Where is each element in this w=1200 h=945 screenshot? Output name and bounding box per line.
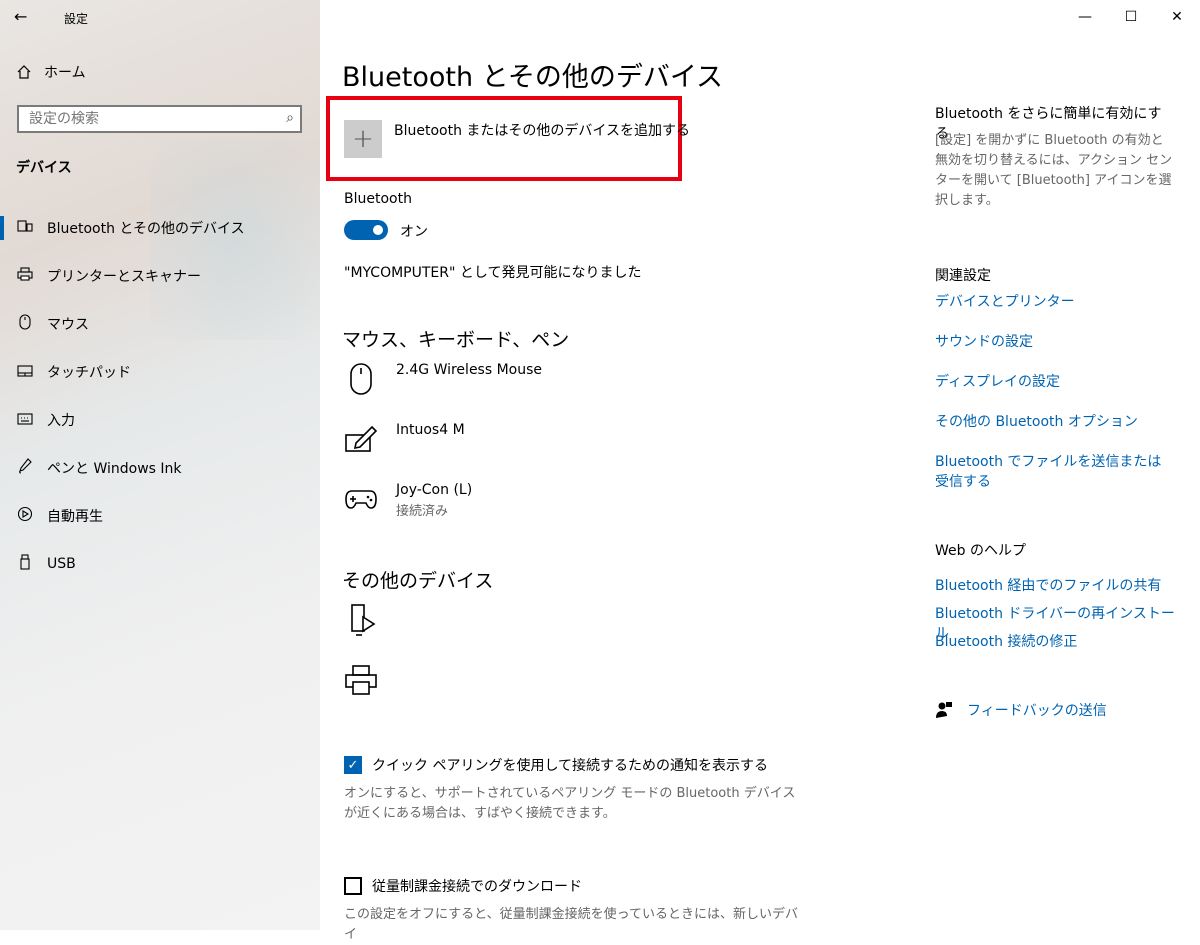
- sidebar-item-label: USB: [47, 556, 76, 572]
- sidebar-item-label: 入力: [47, 413, 75, 429]
- device-name: 2.4G Wireless Mouse: [396, 362, 543, 378]
- group-title-other: その他のデバイス: [342, 570, 494, 592]
- bluetooth-toggle[interactable]: [344, 220, 388, 240]
- autoplay-icon: [16, 506, 34, 526]
- sidebar-item-label: タッチパッド: [47, 365, 131, 381]
- device-item[interactable]: Joy-Con (L) 接続済み: [344, 482, 472, 519]
- maximize-button[interactable]: ☐: [1108, 0, 1154, 34]
- bluetooth-label: Bluetooth: [344, 191, 412, 207]
- feedback-label: フィードバックの送信: [967, 703, 1107, 719]
- sidebar-item-usb[interactable]: USB: [0, 540, 320, 588]
- add-device-label: Bluetooth またはその他のデバイスを追加する: [394, 123, 690, 139]
- sidebar-item-mouse[interactable]: マウス: [0, 300, 320, 348]
- related-title: 関連設定: [935, 268, 991, 284]
- mouse-icon: [344, 362, 378, 396]
- minimize-button[interactable]: —: [1062, 0, 1108, 34]
- search-input[interactable]: [27, 107, 271, 131]
- sidebar-item-printers[interactable]: プリンターとスキャナー: [0, 252, 320, 300]
- help-title: Web のヘルプ: [935, 543, 1026, 559]
- sidebar-item-label: マウス: [47, 317, 89, 333]
- device-item[interactable]: [344, 603, 378, 637]
- swift-pair-description: オンにすると、サポートされているペアリング モードの Bluetooth デバイ…: [344, 786, 796, 821]
- device-item[interactable]: 2.4G Wireless Mouse: [344, 362, 542, 396]
- section-label: デバイス: [16, 160, 72, 176]
- usb-icon: [16, 554, 34, 574]
- bluetooth-devices-icon: [16, 219, 34, 237]
- home-label: ホーム: [44, 65, 86, 81]
- link-display-settings[interactable]: ディスプレイの設定: [935, 372, 1175, 392]
- discoverable-text: "MYCOMPUTER" として発見可能になりました: [344, 265, 642, 281]
- search-box[interactable]: ⌕: [17, 105, 302, 133]
- metered-checkbox[interactable]: [344, 877, 362, 895]
- window-controls: — ☐ ✕: [1062, 0, 1200, 34]
- device-item[interactable]: [344, 663, 378, 697]
- printer-icon: [16, 267, 34, 285]
- metered-checkbox-row[interactable]: 従量制課金接続でのダウンロード: [344, 876, 582, 896]
- metered-description: この設定をオフにすると、従量制課金接続を使っているときには、新しいデバイ: [344, 907, 798, 942]
- media-device-icon: [344, 603, 378, 637]
- home-icon: [17, 65, 31, 79]
- sidebar-item-label: プリンターとスキャナー: [47, 269, 201, 285]
- pen-icon: [16, 458, 34, 478]
- window-title: 設定: [64, 12, 89, 26]
- link-send-receive-files[interactable]: Bluetooth でファイルを送信または受信する: [935, 452, 1175, 492]
- device-name: Intuos4 M: [396, 422, 465, 438]
- printer-icon: [344, 663, 378, 697]
- pen-tablet-icon: [344, 422, 378, 456]
- sidebar-item-label: Bluetooth とその他のデバイス: [47, 221, 245, 237]
- sidebar: ← 設定 ホーム ⌕ デバイス Bluetooth とその他のデバイス プリンタ…: [0, 0, 320, 930]
- touchpad-icon: [16, 363, 34, 381]
- mouse-icon: [16, 314, 34, 334]
- plus-icon: +: [344, 120, 382, 158]
- home-link[interactable]: ホーム: [16, 62, 86, 82]
- link-devices-printers[interactable]: デバイスとプリンター: [935, 292, 1175, 312]
- keyboard-icon: [16, 411, 34, 429]
- swift-pair-checkbox[interactable]: ✓: [344, 756, 362, 774]
- back-arrow-icon[interactable]: ←: [14, 7, 27, 26]
- title-bar: ← 設定: [0, 0, 320, 36]
- metered-label: 従量制課金接続でのダウンロード: [372, 879, 582, 895]
- sidebar-item-input[interactable]: 入力: [0, 396, 320, 444]
- link-sound-settings[interactable]: サウンドの設定: [935, 332, 1175, 352]
- sidebar-item-pen[interactable]: ペンと Windows Ink: [0, 444, 320, 492]
- tip-text: [設定] を開かずに Bluetooth の有効と無効を切り替えるには、アクショ…: [935, 133, 1173, 208]
- add-device-button[interactable]: + Bluetooth またはその他のデバイスを追加する: [344, 120, 690, 158]
- link-connection-fix[interactable]: Bluetooth 接続の修正: [935, 632, 1175, 652]
- search-icon[interactable]: ⌕: [286, 110, 294, 126]
- gamepad-icon: [344, 482, 378, 516]
- sidebar-item-label: ペンと Windows Ink: [47, 461, 182, 477]
- link-more-bluetooth-options[interactable]: その他の Bluetooth オプション: [935, 412, 1175, 432]
- sidebar-nav: Bluetooth とその他のデバイス プリンターとスキャナー マウス タッチパ…: [0, 204, 320, 588]
- swift-pair-checkbox-row[interactable]: ✓ クイック ペアリングを使用して接続するための通知を表示する: [344, 755, 768, 775]
- feedback-icon: [936, 702, 952, 718]
- sidebar-item-touchpad[interactable]: タッチパッド: [0, 348, 320, 396]
- sidebar-item-bluetooth[interactable]: Bluetooth とその他のデバイス: [0, 204, 320, 252]
- sidebar-item-autoplay[interactable]: 自動再生: [0, 492, 320, 540]
- device-status: 接続済み: [396, 504, 449, 519]
- page-title: Bluetooth とその他のデバイス: [342, 62, 724, 93]
- toggle-knob: [373, 225, 383, 235]
- swift-pair-label: クイック ペアリングを使用して接続するための通知を表示する: [372, 758, 769, 774]
- device-name: Joy-Con (L): [396, 482, 473, 498]
- link-file-sharing[interactable]: Bluetooth 経由でのファイルの共有: [935, 576, 1175, 596]
- sidebar-item-label: 自動再生: [47, 509, 103, 525]
- close-button[interactable]: ✕: [1154, 0, 1200, 34]
- group-title-input: マウス、キーボード、ペン: [342, 329, 570, 351]
- device-item[interactable]: Intuos4 M: [344, 422, 465, 456]
- feedback-link[interactable]: フィードバックの送信: [935, 700, 1107, 720]
- toggle-state-label: オン: [400, 224, 428, 240]
